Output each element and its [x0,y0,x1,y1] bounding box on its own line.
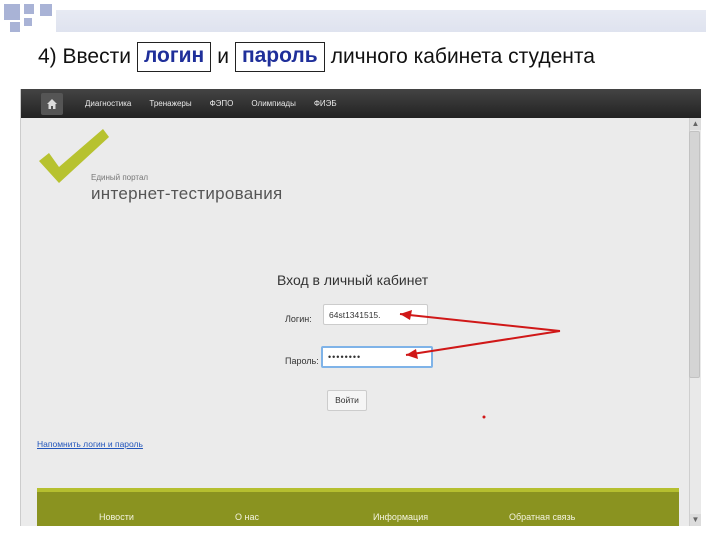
nav-home-button[interactable] [41,93,63,115]
recover-credentials-link[interactable]: Напомнить логин и пароль [37,439,143,449]
nav-item-olympiads[interactable]: Олимпиады [251,99,295,108]
footer-link-info[interactable]: Информация [373,512,428,522]
footer-bar: Новости О нас Информация Обратная связь [37,488,679,526]
login-submit-button[interactable]: Войти [327,390,367,411]
login-label: Логин: [285,314,312,324]
footer-link-about[interactable]: О нас [235,512,259,522]
portal-screenshot: Диагностика Тренажеры ФЭПО Олимпиады ФИЭ… [20,89,701,526]
nav-item-trainers[interactable]: Тренажеры [149,99,191,108]
slide-title: 4) Ввести логин и пароль личного кабинет… [38,42,595,72]
login-heading: Вход в личный кабинет [277,272,429,288]
top-navbar: Диагностика Тренажеры ФЭПО Олимпиады ФИЭ… [21,89,701,118]
title-word-and: и [217,45,229,68]
footer-link-news[interactable]: Новости [99,512,134,522]
scroll-up-arrow-icon[interactable]: ▲ [690,118,701,130]
nav-item-fepo[interactable]: ФЭПО [210,99,234,108]
footer-link-feedback[interactable]: Обратная связь [509,512,575,522]
slide-corner-decoration [0,0,60,40]
login-input[interactable]: 64st1341515. [323,304,428,325]
slide-header-bar [56,10,706,32]
password-input[interactable]: •••••••• [321,346,433,368]
password-label: Пароль: [285,356,319,366]
nav-menu: Диагностика Тренажеры ФЭПО Олимпиады ФИЭ… [85,89,337,118]
home-icon [47,99,57,109]
title-word-login: логин [136,42,212,72]
logo-subtitle: Единый портал [91,173,149,182]
nav-item-fieb[interactable]: ФИЭБ [314,99,337,108]
scroll-down-arrow-icon[interactable]: ▼ [690,514,701,526]
title-suffix: личного кабинета студента [330,45,595,68]
title-word-password: пароль [234,42,325,72]
scroll-thumb[interactable] [689,131,700,378]
nav-item-diagnostics[interactable]: Диагностика [85,99,131,108]
logo-title: интернет-тестирования [91,184,283,203]
title-prefix: 4) Ввести [38,45,131,68]
